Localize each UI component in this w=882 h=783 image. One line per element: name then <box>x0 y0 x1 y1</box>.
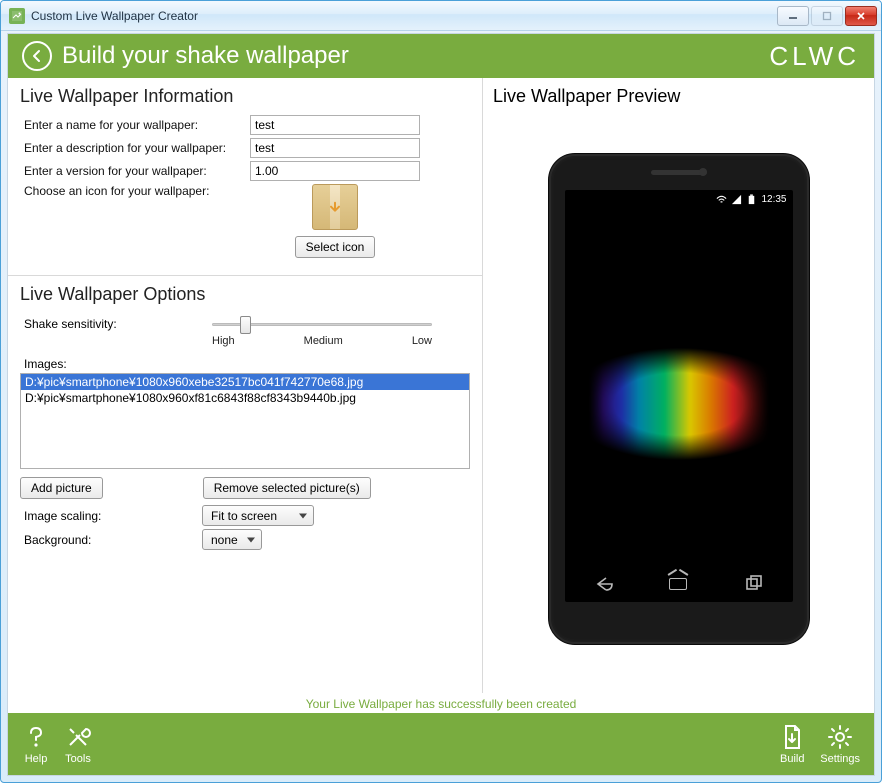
minimize-button[interactable] <box>777 6 809 26</box>
tools-label: Tools <box>65 753 91 765</box>
settings-button[interactable]: Settings <box>820 723 860 765</box>
name-input[interactable] <box>250 115 420 135</box>
wallpaper-preview-image <box>589 339 769 469</box>
image-buttons-row: Add picture Remove selected picture(s) <box>20 477 470 499</box>
close-button[interactable] <box>845 6 877 26</box>
list-item[interactable]: D:¥pic¥smartphone¥1080x960xf81c6843f88cf… <box>21 390 469 406</box>
nav-recent-icon <box>743 573 765 595</box>
slider-tick-medium: Medium <box>304 335 343 347</box>
gear-icon <box>826 723 854 751</box>
phone-screen: 12:35 <box>565 190 793 602</box>
scaling-combo[interactable]: Fit to screen <box>202 505 314 526</box>
right-panel: Live Wallpaper Preview 12:35 <box>483 78 874 693</box>
icon-label: Choose an icon for your wallpaper: <box>20 184 250 198</box>
phone-statusbar: 12:35 <box>565 190 793 208</box>
left-panel: Live Wallpaper Information Enter a name … <box>8 78 483 693</box>
brand-label: CLWC <box>769 41 860 72</box>
list-item[interactable]: D:¥pic¥smartphone¥1080x960xebe32517bc041… <box>21 374 469 390</box>
icon-row: Choose an icon for your wallpaper: Selec… <box>20 184 470 258</box>
phone-navbar <box>565 566 793 602</box>
package-icon <box>312 184 358 230</box>
page-header: Build your shake wallpaper CLWC <box>8 34 874 78</box>
images-listbox[interactable]: D:¥pic¥smartphone¥1080x960xebe32517bc041… <box>20 373 470 469</box>
page-title: Build your shake wallpaper <box>62 42 349 70</box>
slider-tick-high: High <box>212 335 235 347</box>
slider-tick-low: Low <box>412 335 432 347</box>
version-input[interactable] <box>250 161 420 181</box>
build-button[interactable]: Build <box>778 723 806 765</box>
info-section-title: Live Wallpaper Information <box>20 86 470 107</box>
wifi-icon <box>716 194 727 205</box>
preview-section-title: Live Wallpaper Preview <box>493 86 864 107</box>
background-value: none <box>211 533 238 547</box>
info-section: Live Wallpaper Information Enter a name … <box>8 78 482 276</box>
nav-home-icon <box>669 578 687 590</box>
phone-camera <box>699 168 707 176</box>
add-picture-button[interactable]: Add picture <box>20 477 103 499</box>
desc-row: Enter a description for your wallpaper: <box>20 138 470 158</box>
desc-input[interactable] <box>250 138 420 158</box>
sensitivity-label: Shake sensitivity: <box>20 317 202 331</box>
options-section: Live Wallpaper Options Shake sensitivity… <box>8 276 482 567</box>
app-window: Custom Live Wallpaper Creator Build your… <box>0 0 882 783</box>
help-icon <box>22 723 50 751</box>
battery-icon <box>746 194 757 205</box>
tools-button[interactable]: Tools <box>64 723 92 765</box>
app-icon <box>9 8 25 24</box>
help-label: Help <box>25 753 48 765</box>
version-label: Enter a version for your wallpaper: <box>20 164 250 178</box>
window-title: Custom Live Wallpaper Creator <box>31 9 775 23</box>
desc-label: Enter a description for your wallpaper: <box>20 141 250 155</box>
status-message: Your Live Wallpaper has successfully bee… <box>8 693 874 713</box>
images-label: Images: <box>20 357 470 371</box>
build-icon <box>778 723 806 751</box>
footer-bar: Help Tools Build Settings <box>8 713 874 775</box>
sensitivity-slider[interactable]: High Medium Low <box>212 313 432 335</box>
nav-back-icon <box>592 573 614 595</box>
slider-thumb[interactable] <box>240 316 251 334</box>
client-area: Build your shake wallpaper CLWC Live Wal… <box>7 33 875 776</box>
background-row: Background: none <box>20 529 470 550</box>
background-label: Background: <box>20 533 202 547</box>
remove-picture-button[interactable]: Remove selected picture(s) <box>203 477 371 499</box>
scaling-label: Image scaling: <box>20 509 202 523</box>
sensitivity-row: Shake sensitivity: High Medium Low <box>20 313 470 335</box>
build-label: Build <box>780 753 804 765</box>
maximize-button[interactable] <box>811 6 843 26</box>
name-label: Enter a name for your wallpaper: <box>20 118 250 132</box>
scaling-value: Fit to screen <box>211 509 277 523</box>
phone-frame: 12:35 <box>549 154 809 644</box>
window-titlebar: Custom Live Wallpaper Creator <box>1 1 881 31</box>
content-body: Live Wallpaper Information Enter a name … <box>8 78 874 693</box>
options-section-title: Live Wallpaper Options <box>20 284 470 305</box>
window-controls <box>775 6 877 26</box>
statusbar-time: 12:35 <box>761 194 786 205</box>
name-row: Enter a name for your wallpaper: <box>20 115 470 135</box>
select-icon-button[interactable]: Select icon <box>295 236 376 258</box>
help-button[interactable]: Help <box>22 723 50 765</box>
signal-icon <box>731 194 742 205</box>
background-combo[interactable]: none <box>202 529 262 550</box>
settings-label: Settings <box>820 753 860 765</box>
preview-area: 12:35 <box>493 113 864 685</box>
tools-icon <box>64 723 92 751</box>
version-row: Enter a version for your wallpaper: <box>20 161 470 181</box>
scaling-row: Image scaling: Fit to screen <box>20 505 470 526</box>
back-button[interactable] <box>22 41 52 71</box>
